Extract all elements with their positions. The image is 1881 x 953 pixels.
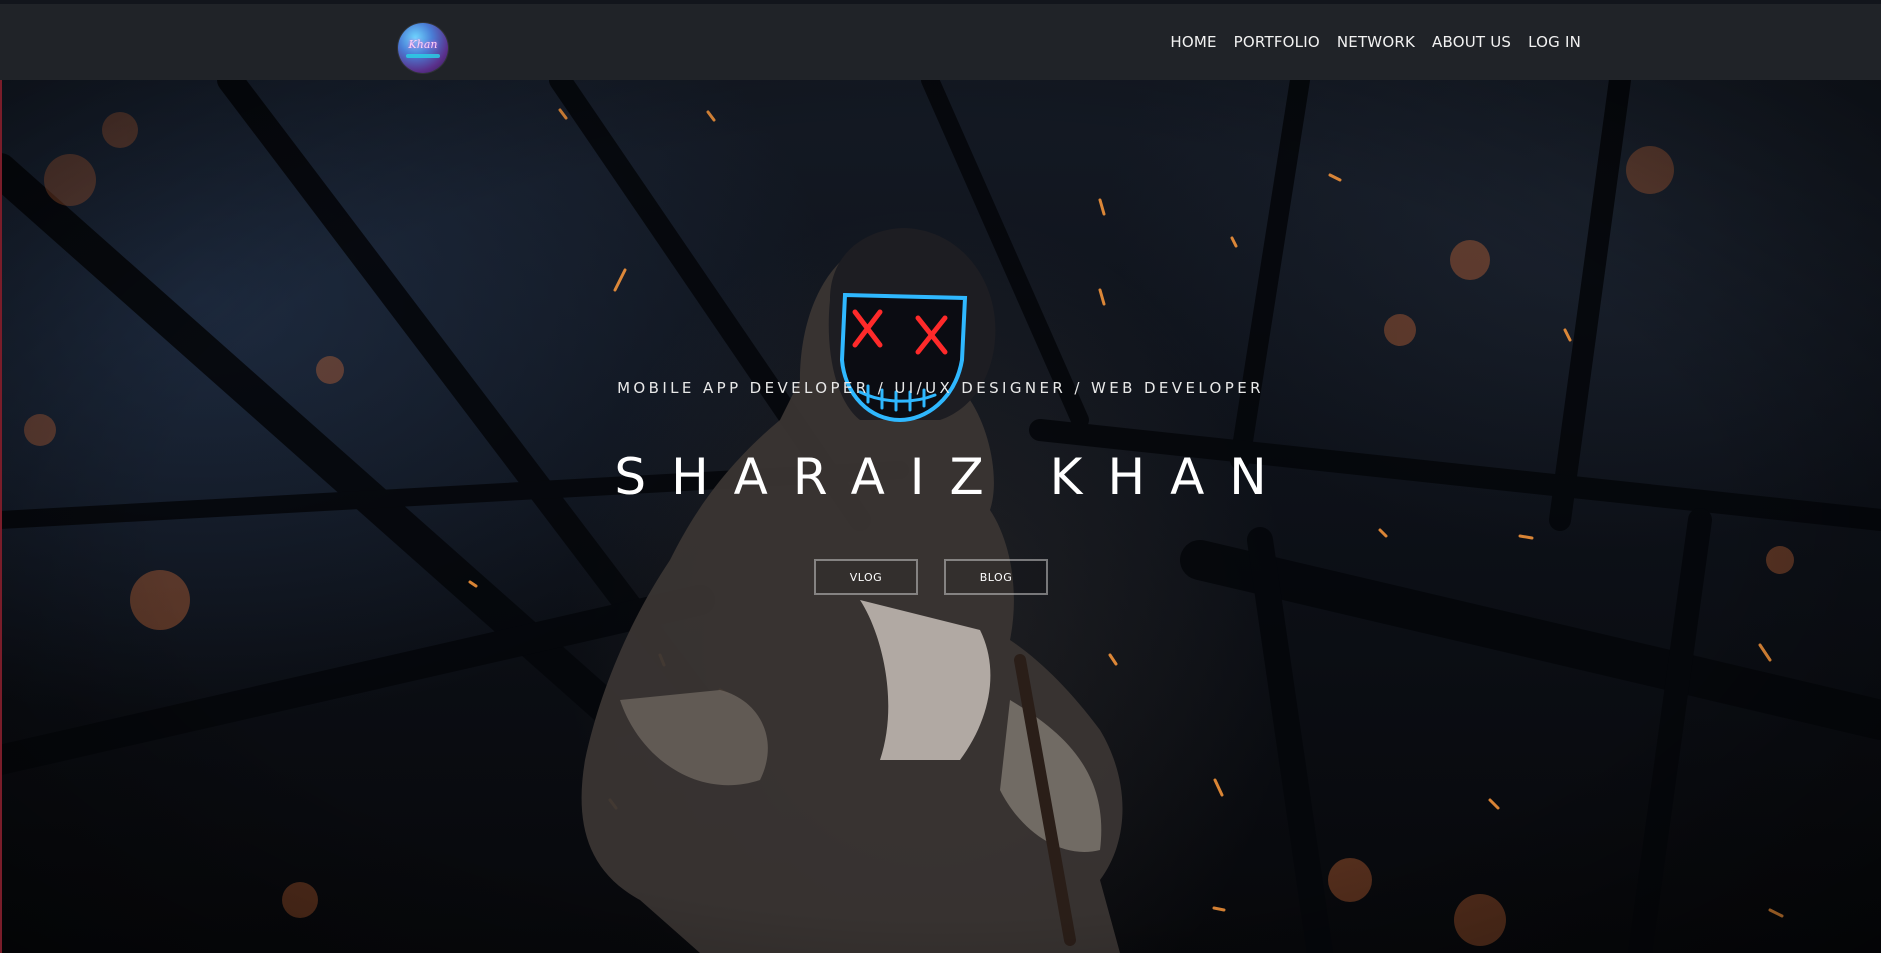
- top-navbar: Khan HOME PORTFOLIO NETWORK ABOUT US LOG…: [0, 0, 1881, 80]
- logo-glow-bar: [406, 54, 440, 58]
- blog-button[interactable]: BLOG: [944, 559, 1048, 595]
- nav-link-about-us[interactable]: ABOUT US: [1432, 33, 1511, 51]
- site-logo[interactable]: Khan: [398, 23, 448, 73]
- hero-title: SHARAIZ KHAN: [614, 448, 1292, 506]
- page: Khan HOME PORTFOLIO NETWORK ABOUT US LOG…: [0, 0, 1881, 953]
- nav-links: HOME PORTFOLIO NETWORK ABOUT US LOG IN: [1170, 33, 1581, 51]
- vlog-button[interactable]: VLOG: [814, 559, 918, 595]
- hero-subtitle: MOBILE APP DEVELOPER / UI/UX DESIGNER / …: [617, 379, 1264, 397]
- nav-link-network[interactable]: NETWORK: [1337, 33, 1415, 51]
- nav-link-home[interactable]: HOME: [1170, 33, 1216, 51]
- nav-link-log-in[interactable]: LOG IN: [1528, 33, 1581, 51]
- nav-link-portfolio[interactable]: PORTFOLIO: [1234, 33, 1320, 51]
- logo-text: Khan: [408, 38, 438, 51]
